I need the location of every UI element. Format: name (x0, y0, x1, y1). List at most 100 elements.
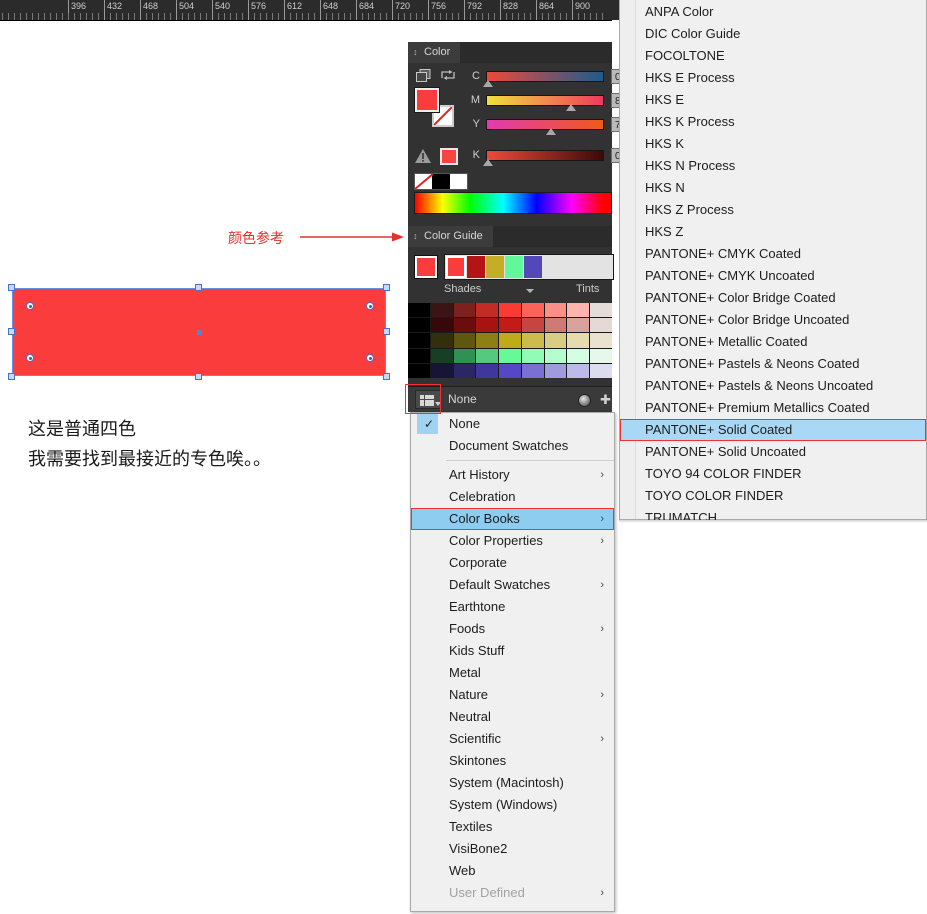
menu-item-default-swatches[interactable]: Default Swatches › (411, 574, 614, 596)
shade-tint-swatch[interactable] (544, 348, 567, 363)
shade-tint-swatch[interactable] (453, 318, 476, 333)
menu-item-textiles[interactable]: Textiles (411, 816, 614, 838)
shade-tint-swatch[interactable] (453, 363, 476, 378)
shade-tint-swatch[interactable] (499, 333, 521, 348)
shade-tint-swatch[interactable] (567, 333, 590, 348)
submenu-item-pantone-metallic-coated[interactable]: PANTONE+ Metallic Coated (620, 331, 926, 353)
color-spectrum-bar[interactable] (414, 192, 612, 214)
shade-tint-swatch[interactable] (590, 303, 612, 318)
shade-tint-swatch[interactable] (590, 333, 612, 348)
shade-tint-swatch[interactable] (408, 303, 430, 318)
shade-tint-swatch[interactable] (590, 363, 612, 378)
menu-item-skintones[interactable]: Skintones (411, 750, 614, 772)
tab-color-guide[interactable]: ↕ Color Guide (408, 226, 494, 247)
shade-tint-swatch[interactable] (430, 348, 453, 363)
fill-color-swatch[interactable] (415, 88, 439, 112)
menu-item-kids-stuff[interactable]: Kids Stuff (411, 640, 614, 662)
tab-color[interactable]: ↕ Color (408, 42, 462, 63)
color-panel[interactable]: ↕ Color C 0 M Y K 0 (408, 42, 649, 192)
handle-middle-left[interactable] (8, 328, 15, 335)
menu-item-visibone2[interactable]: VisiBone2 (411, 838, 614, 860)
shade-tint-swatch[interactable] (521, 333, 544, 348)
menu-item-nature[interactable]: Nature › (411, 684, 614, 706)
menu-item-system-windows[interactable]: System (Windows) (411, 794, 614, 816)
menu-item-scientific[interactable]: Scientific › (411, 728, 614, 750)
menu-item-celebration[interactable]: Celebration (411, 486, 614, 508)
out-of-gamut-warning-icon[interactable] (414, 148, 432, 164)
harmony-swatch-strip[interactable] (444, 254, 614, 280)
new-swatch-icon[interactable]: ✚ (600, 393, 612, 407)
shade-tint-swatch[interactable] (408, 318, 430, 333)
menu-item-corporate[interactable]: Corporate (411, 552, 614, 574)
submenu-item-pantone-color-bridge-coated[interactable]: PANTONE+ Color Bridge Coated (620, 287, 926, 309)
submenu-item-hks-z[interactable]: HKS Z (620, 221, 926, 243)
corner-radius-widget-bottom-left[interactable] (26, 354, 34, 362)
submenu-item-hks-k-process[interactable]: HKS K Process (620, 111, 926, 133)
submenu-item-pantone-cmyk-uncoated[interactable]: PANTONE+ CMYK Uncoated (620, 265, 926, 287)
handle-bottom-right[interactable] (383, 373, 390, 380)
slider-thumb-m[interactable] (565, 104, 576, 111)
submenu-item-hks-n[interactable]: HKS N (620, 177, 926, 199)
menu-item-neutral[interactable]: Neutral (411, 706, 614, 728)
submenu-item-toyo-color-finder[interactable]: TOYO COLOR FINDER (620, 485, 926, 507)
slider-track-k[interactable] (486, 150, 604, 161)
shade-tint-swatch[interactable] (430, 363, 453, 378)
menu-item-none[interactable]: ✓ None (411, 413, 614, 435)
shades-tints-grid[interactable] (408, 303, 612, 378)
shade-tint-swatch[interactable] (453, 303, 476, 318)
shade-tint-swatch[interactable] (453, 348, 476, 363)
shade-tint-swatch[interactable] (430, 303, 453, 318)
shade-tint-swatch[interactable] (521, 303, 544, 318)
white-swatch[interactable] (449, 174, 467, 189)
shade-tint-swatch[interactable] (476, 363, 499, 378)
swatch-libraries-menu[interactable]: ✓ None Document Swatches Art History › Celebr… (410, 412, 615, 912)
submenu-item-pantone-solid-uncoated[interactable]: PANTONE+ Solid Uncoated (620, 441, 926, 463)
shade-tint-swatch[interactable] (521, 318, 544, 333)
shade-tint-swatch[interactable] (408, 333, 430, 348)
black-swatch[interactable] (432, 174, 450, 189)
shade-tint-swatch[interactable] (499, 318, 521, 333)
submenu-item-pantone-color-bridge-uncoated[interactable]: PANTONE+ Color Bridge Uncoated (620, 309, 926, 331)
corner-radius-widget-top-right[interactable] (366, 302, 374, 310)
slider-track-m[interactable] (486, 95, 604, 106)
none-black-white-swatches[interactable] (414, 173, 468, 190)
handle-top-left[interactable] (8, 284, 15, 291)
menu-item-foods[interactable]: Foods › (411, 618, 614, 640)
menu-item-color-books[interactable]: Color Books › (411, 508, 614, 530)
shade-tint-swatch[interactable] (408, 363, 430, 378)
menu-item-user-defined[interactable]: User Defined › (411, 882, 614, 904)
shade-tint-swatch[interactable] (453, 333, 476, 348)
shade-tint-swatch[interactable] (408, 348, 430, 363)
submenu-item-toyo-94-color-finder[interactable]: TOYO 94 COLOR FINDER (620, 463, 926, 485)
shade-tint-swatch[interactable] (476, 303, 499, 318)
color-wheel-icon[interactable] (578, 394, 591, 407)
shade-tint-swatch[interactable] (430, 318, 453, 333)
menu-item-color-properties[interactable]: Color Properties › (411, 530, 614, 552)
submenu-item-pantone-cmyk-coated[interactable]: PANTONE+ CMYK Coated (620, 243, 926, 265)
shade-tint-swatch[interactable] (567, 318, 590, 333)
slider-thumb-y[interactable] (545, 128, 556, 135)
none-swatch[interactable] (415, 174, 433, 189)
slider-track-c[interactable] (486, 71, 604, 82)
harmony-rules-caret-icon[interactable] (526, 289, 534, 293)
shade-tint-swatch[interactable] (430, 333, 453, 348)
submenu-item-hks-k[interactable]: HKS K (620, 133, 926, 155)
color-guide-panel[interactable]: ↕ Color Guide Shades Tints (408, 226, 614, 386)
submenu-item-anpa-color[interactable]: ANPA Color (620, 1, 926, 23)
shade-tint-swatch[interactable] (476, 318, 499, 333)
harmony-swatch[interactable] (486, 256, 504, 278)
submenu-item-hks-e[interactable]: HKS E (620, 89, 926, 111)
shade-tint-swatch[interactable] (476, 348, 499, 363)
color-books-submenu[interactable]: ANPA Color DIC Color Guide FOCOLTONE HKS E … (619, 0, 927, 525)
corner-radius-widget-bottom-right[interactable] (366, 354, 374, 362)
shade-tint-swatch[interactable] (544, 363, 567, 378)
submenu-item-pantone-premium-metallics-coated[interactable]: PANTONE+ Premium Metallics Coated (620, 397, 926, 419)
color-proxy-icon[interactable] (416, 69, 432, 83)
handle-top-center[interactable] (195, 284, 202, 291)
shade-tint-swatch[interactable] (499, 363, 521, 378)
harmony-swatch[interactable] (467, 256, 485, 278)
shade-tint-swatch[interactable] (567, 348, 590, 363)
submenu-item-pantone-pastels-neons-uncoated[interactable]: PANTONE+ Pastels & Neons Uncoated (620, 375, 926, 397)
menu-item-metal[interactable]: Metal (411, 662, 614, 684)
submenu-item-dic-color-guide[interactable]: DIC Color Guide (620, 23, 926, 45)
